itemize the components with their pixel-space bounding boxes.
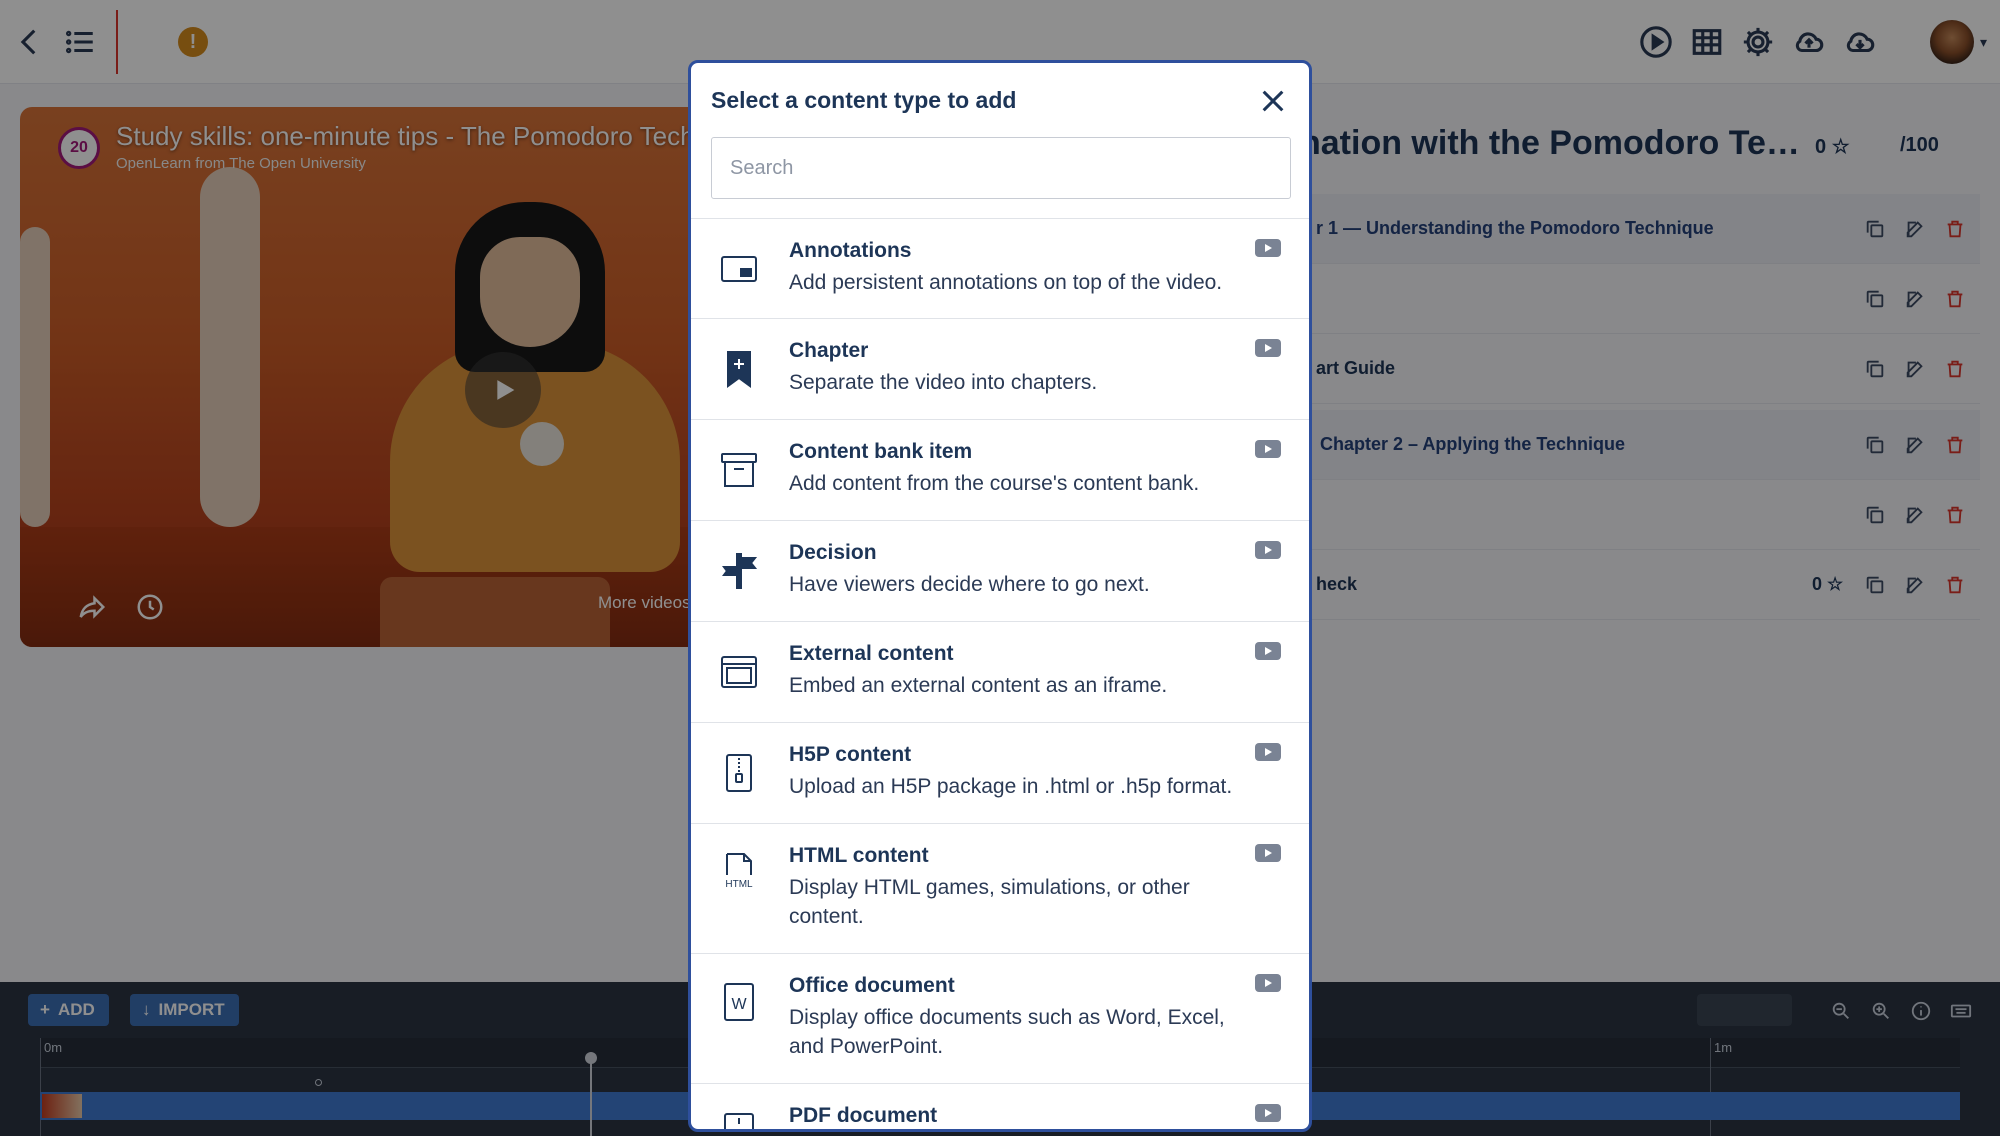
dialog-title: Select a content type to add [711, 87, 1017, 113]
video-icon [1255, 239, 1281, 257]
html-file-icon: HTML [719, 852, 759, 892]
annotation-icon [719, 249, 759, 289]
content-type-name: HTML content [789, 844, 929, 867]
content-type-chapter[interactable]: Chapter Separate the video into chapters… [691, 319, 1309, 420]
svg-text:W: W [731, 996, 747, 1013]
word-file-icon: W [719, 982, 759, 1022]
pdf-file-icon [719, 1112, 759, 1129]
content-type-desc: Add content from the course's content ba… [789, 472, 1200, 495]
content-type-content-bank-item[interactable]: Content bank item Add content from the c… [691, 420, 1309, 521]
content-type-desc: Add persistent annotations on top of the… [789, 271, 1223, 294]
video-icon [1255, 339, 1281, 357]
content-type-name: PDF document [789, 1104, 938, 1127]
content-type-name: Office document [789, 974, 955, 997]
video-icon [1255, 440, 1281, 458]
video-icon [1255, 743, 1281, 761]
video-icon [1255, 974, 1281, 992]
content-type-desc: Separate the video into chapters. [789, 371, 1098, 394]
content-type-desc: Display HTML games, simulations, or othe… [789, 876, 1190, 928]
content-type-name: Chapter [789, 339, 869, 362]
bookmark-plus-icon [719, 349, 759, 389]
content-type-decision[interactable]: Decision Have viewers decide where to go… [691, 521, 1309, 622]
browser-window-icon [719, 652, 759, 692]
content-type-desc: Embed an external content as an iframe. [789, 674, 1168, 697]
content-type-name: H5P content [789, 743, 912, 766]
svg-text:HTML: HTML [725, 879, 753, 890]
content-type-office-document[interactable]: W Office document Display office documen… [691, 954, 1309, 1084]
dialog-header: Select a content type to add [691, 63, 1309, 139]
close-icon[interactable] [1255, 83, 1291, 119]
content-type-external-content[interactable]: External content Embed an external conte… [691, 622, 1309, 723]
content-type-name: Content bank item [789, 440, 973, 463]
content-type-desc: Upload an H5P package in .html or .h5p f… [789, 775, 1233, 798]
content-type-h5p-content[interactable]: H5P content Upload an H5P package in .ht… [691, 723, 1309, 824]
search-input[interactable] [711, 137, 1291, 199]
content-type-desc: Display office documents such as Word, E… [789, 1006, 1225, 1058]
video-icon [1255, 1104, 1281, 1122]
content-type-pdf-document[interactable]: PDF document [691, 1084, 1309, 1129]
zip-file-icon [719, 753, 759, 793]
content-type-name: External content [789, 642, 954, 665]
archive-box-icon [719, 450, 759, 490]
content-type-name: Decision [789, 541, 877, 564]
video-icon [1255, 844, 1281, 862]
content-type-list: Annotations Add persistent annotations o… [691, 218, 1309, 1129]
signpost-icon [719, 551, 759, 591]
video-icon [1255, 541, 1281, 559]
content-type-dialog: Select a content type to add Annotations… [688, 60, 1312, 1132]
content-type-annotations[interactable]: Annotations Add persistent annotations o… [691, 219, 1309, 319]
content-type-html-content[interactable]: HTML HTML content Display HTML games, si… [691, 824, 1309, 954]
content-type-name: Annotations [789, 239, 912, 262]
content-type-desc: Have viewers decide where to go next. [789, 573, 1150, 596]
video-icon [1255, 642, 1281, 660]
